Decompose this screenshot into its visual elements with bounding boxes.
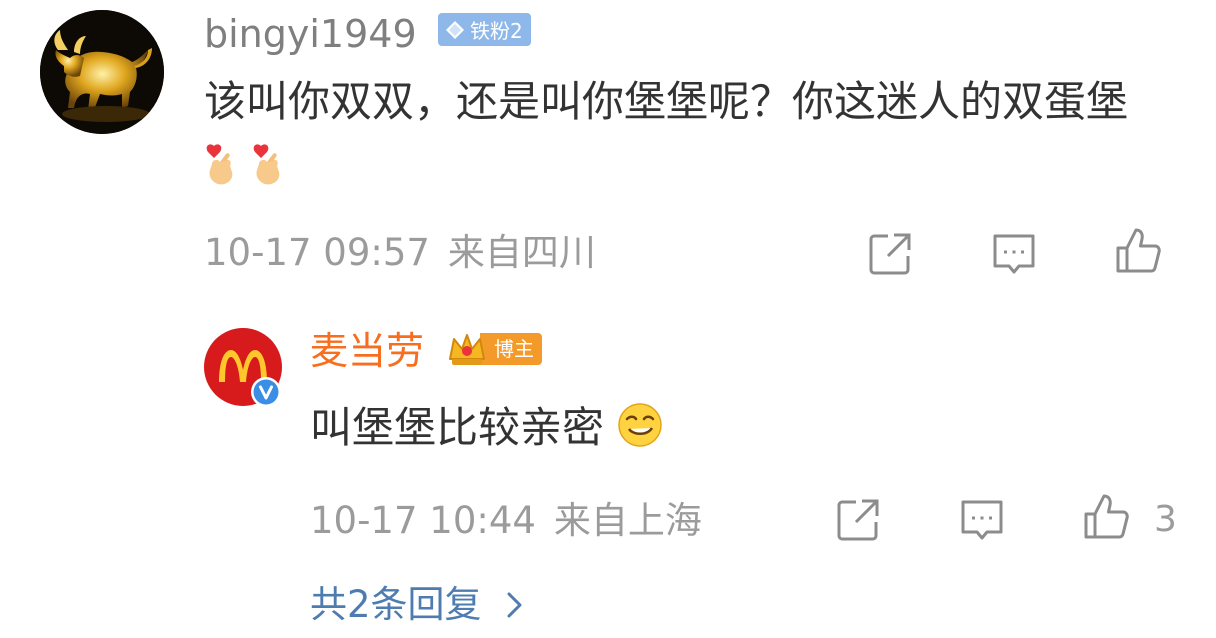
username[interactable]: bingyi1949 [204,10,417,58]
like-icon[interactable] [1082,492,1130,540]
view-more-replies-link[interactable]: 共2条回复 [310,580,526,630]
reply-meta: 10-17 10:44 来自上海 [310,496,702,546]
comment-icon[interactable] [958,496,1006,544]
reply-time: 10-17 10:44 [310,499,536,542]
finger-heart-emoji [206,144,233,185]
more-replies-label: 共2条回复 [310,583,482,626]
username[interactable]: 麦当劳 [310,327,424,375]
finger-heart-emoji [254,144,280,185]
comment-time: 10-17 09:57 [204,231,430,274]
badge-label: 博主 [480,333,542,365]
comment-body: 该叫你双双，还是叫你堡堡呢？你这迷人的双蛋堡 [204,77,1129,126]
diamond-icon [446,20,464,39]
badge-label: 铁粉2 [470,19,523,43]
fan-level-badge[interactable]: 铁粉2 [438,13,531,46]
blogger-badge[interactable]: 博主 [446,330,542,368]
share-icon[interactable] [834,496,882,544]
share-icon[interactable] [866,230,914,278]
comment-text: 该叫你双双，还是叫你堡堡呢？你这迷人的双蛋堡 [204,70,1164,198]
comment-location: 来自四川 [447,231,596,274]
crown-icon [449,334,485,365]
comment-icon[interactable] [990,230,1038,278]
avatar[interactable] [40,10,164,134]
reply-body: 叫堡堡比较亲密 [310,403,605,452]
like-icon[interactable] [1114,226,1162,274]
verified-icon [251,377,281,407]
chevron-right-icon [507,592,522,618]
comment-meta: 10-17 09:57 来自四川 [204,228,596,278]
like-count: 3 [1154,499,1177,540]
reply-location: 来自上海 [553,499,702,542]
golden-bull-avatar-image [40,10,164,134]
smirk-emoji [618,403,663,447]
reply-text: 叫堡堡比较亲密 [310,398,663,458]
